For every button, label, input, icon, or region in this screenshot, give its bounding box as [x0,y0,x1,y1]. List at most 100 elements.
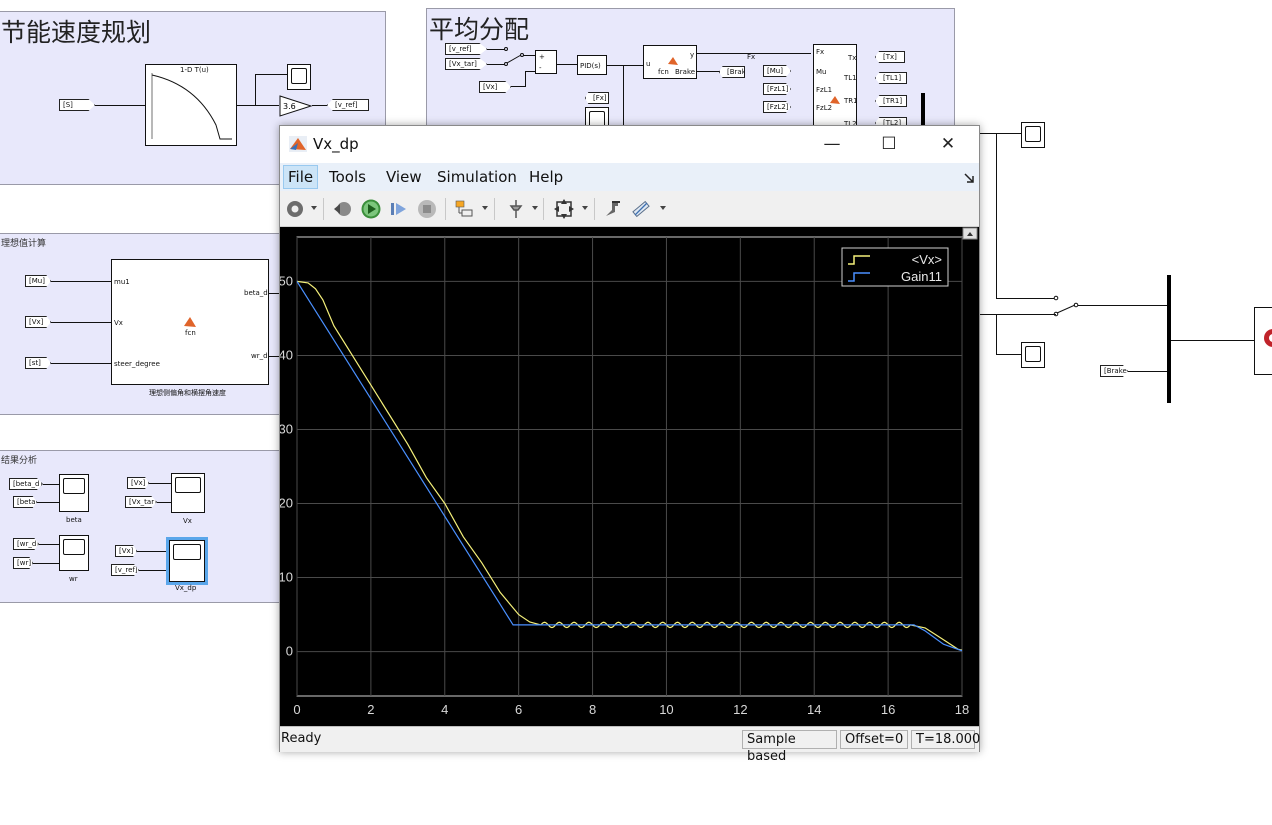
toolbar-separator [594,198,595,220]
area-title: 结果分析 [1,456,38,466]
port-brake: Brake [675,68,696,76]
sum-block[interactable]: + - [535,50,557,74]
line-chart[interactable]: 0 2 4 6 8 10 12 14 16 18 0 10 20 30 40 50 <Vx> Gain11 [280,227,979,726]
scope-beta[interactable] [59,474,89,512]
from-tag-vx-tar[interactable]: [Vx_tar] [125,496,157,508]
goto-tag-brake[interactable]: [Brake] [719,66,745,78]
from-tag-wr-d[interactable]: [wr_d] [13,538,39,550]
from-tag-vx[interactable]: [Vx] [25,316,51,328]
signal-line [137,551,169,552]
switch-block[interactable] [1052,293,1082,319]
x-tick-label: 8 [589,702,596,717]
from-tag-vx[interactable]: [Vx] [127,477,149,489]
from-tag-beta[interactable]: [beta] [13,496,37,508]
close-button[interactable]: ✕ [925,132,971,157]
gear-icon[interactable] [284,198,306,220]
from-tag-fzl2[interactable]: [FzL2] [763,101,791,113]
chevron-down-icon[interactable] [482,206,488,210]
signal-line [996,133,997,299]
trigger-icon[interactable] [505,198,527,220]
mux-block[interactable] [921,93,925,129]
highlight-icon[interactable] [453,198,475,220]
vehicle-model-block[interactable] [1254,307,1272,375]
from-tag-v-ref[interactable]: [v_ref] [111,564,139,576]
scope-block[interactable] [287,64,311,90]
chevron-down-icon[interactable] [660,206,666,210]
menu-help[interactable]: Help [529,168,563,186]
x-tick-label: 2 [367,702,374,717]
from-tag-brake[interactable]: [Brake] [1100,365,1128,377]
port-label: TR1 [844,97,858,105]
from-tag-vx[interactable]: [Vx] [479,81,511,93]
matlab-app-icon [289,136,307,152]
scope-block[interactable] [585,107,609,127]
from-tag-mu[interactable]: [Mu] [25,275,51,287]
x-tick-label: 0 [293,702,300,717]
signal-line [511,86,525,87]
menu-file[interactable]: File [283,165,319,189]
from-tag-vx-tar[interactable]: [Vx_tar] [445,58,487,70]
wire-label-fx: Fx [747,53,756,61]
scope-vx-dp[interactable] [166,537,208,585]
signal-line [157,502,171,503]
scope-plot-area[interactable]: 0 2 4 6 8 10 12 14 16 18 0 10 20 30 40 50 <Vx> Gain11 [280,227,979,726]
from-tag-v-ref[interactable]: [v_ref] [445,43,487,55]
goto-tag-tx[interactable]: [Tx] [875,51,905,63]
chevron-down-icon[interactable] [311,206,317,210]
title-bar[interactable]: Vx_dp — ☐ ✕ [280,126,979,163]
menu-view[interactable]: View [386,168,422,186]
goto-tag-tr1[interactable]: [TR1] [875,95,907,107]
cursor-measure-icon[interactable] [630,198,652,220]
matlab-logo-icon [830,96,840,104]
from-tag-st[interactable]: [st] [25,357,51,369]
from-tag-wr[interactable]: [wr] [13,557,33,569]
undock-icon[interactable] [963,172,975,184]
signal-line [525,71,526,87]
scope-wr[interactable] [59,535,89,571]
area-title: 理想值计算 [1,239,47,249]
signal-line [996,298,1054,299]
signal-line [523,55,535,56]
from-tag-beta-d[interactable]: [beta_d] [9,478,43,490]
goto-tag-tl1[interactable]: [TL1] [875,72,907,84]
from-tag-vx[interactable]: [Vx] [115,545,137,557]
port-label: Fx [816,48,825,56]
goto-tag-fx[interactable]: [Fx] [585,92,609,104]
signal-line [607,65,643,66]
signal-line [149,483,171,484]
goto-tag-s[interactable]: [S] [59,99,95,111]
gain-block[interactable]: 3.6 [279,95,313,117]
ideal-fcn-block[interactable]: mu1 Vx steer_degree beta_d wr_d fcn [111,259,269,385]
scope-vx[interactable] [171,473,205,513]
scope-block[interactable] [1021,122,1045,148]
stop-icon[interactable] [416,198,438,220]
chevron-down-icon[interactable] [582,206,588,210]
from-tag-mu[interactable]: [Mu] [763,65,791,77]
menu-simulation[interactable]: Simulation [437,168,517,186]
run-icon[interactable] [360,198,382,220]
legend-label: Gain11 [901,269,942,284]
area-ideal-value-calc: 理想值计算 [Mu] [Vx] [st] mu1 Vx steer_degree… [0,233,281,415]
goto-tag-v-ref[interactable]: [v_ref] [327,99,369,111]
port-label: Vx [114,319,123,327]
restore-icon[interactable] [332,198,354,220]
fcn-brake-block[interactable]: u y fcn Brake [643,45,697,79]
minimize-button[interactable]: — [809,132,855,157]
menu-tools[interactable]: Tools [329,168,366,186]
step-forward-icon[interactable] [388,198,410,220]
from-tag-fzl1[interactable]: [FzL1] [763,83,791,95]
y-tick-label: 40 [280,347,293,362]
distribution-fcn-block[interactable]: Fx Mu FzL1 FzL2 Tx TL1 TR1 TL2 [813,44,858,130]
pid-controller-block[interactable]: PID(s) [577,55,607,75]
x-tick-label: 14 [807,702,821,717]
lookup-table-block[interactable]: 1-D T(u) [145,64,237,146]
zoom-fit-icon[interactable] [553,198,575,220]
switch-block[interactable] [503,45,525,69]
port-label: FzL2 [816,104,833,112]
mux-block[interactable] [1167,275,1171,403]
style-icon[interactable] [602,198,624,220]
scope-block[interactable] [1021,342,1045,368]
maximize-button[interactable]: ☐ [866,132,912,157]
chevron-down-icon[interactable] [532,206,538,210]
signal-line [51,281,111,282]
